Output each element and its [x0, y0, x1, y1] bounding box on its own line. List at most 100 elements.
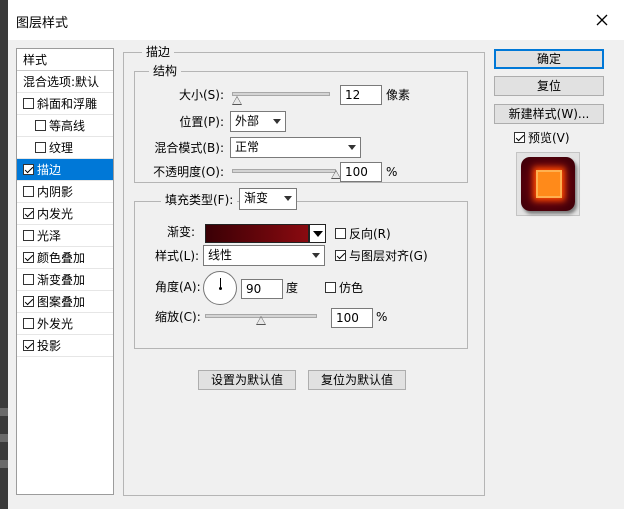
chevron-down-icon: [273, 119, 281, 124]
scale-input[interactable]: 100: [331, 308, 373, 328]
gradient-swatch[interactable]: [205, 224, 309, 243]
style-list-item-label: 内阴影: [37, 185, 74, 199]
window-title: 图层样式: [16, 16, 69, 31]
style-list-item-label: 颜色叠加: [37, 251, 86, 265]
size-slider-thumb[interactable]: [231, 96, 242, 105]
style-dropdown[interactable]: 线性: [203, 245, 325, 266]
preview-checkbox[interactable]: 预览(V): [514, 129, 570, 147]
style-list-item[interactable]: 斜面和浮雕: [17, 93, 113, 115]
position-value: 外部: [235, 114, 260, 128]
style-list-item[interactable]: 光泽: [17, 225, 113, 247]
style-list-item[interactable]: 颜色叠加: [17, 247, 113, 269]
opacity-label: 不透明度(O):: [153, 165, 224, 179]
style-list-item-label: 斜面和浮雕: [37, 97, 98, 111]
preview-thumbnail: [521, 157, 575, 211]
chevron-down-icon: [284, 196, 292, 201]
background-mark: [0, 408, 8, 416]
checkbox-icon[interactable]: [23, 208, 34, 219]
style-list-item-label: 混合选项:默认: [23, 75, 100, 89]
checkbox-icon[interactable]: [35, 142, 46, 153]
checkbox-icon[interactable]: [23, 296, 34, 307]
scale-unit: %: [376, 310, 388, 324]
stroke-group-title: 描边: [142, 45, 175, 59]
opacity-slider[interactable]: [232, 169, 336, 173]
reset-default-button[interactable]: 复位为默认值: [308, 370, 406, 390]
style-value: 线性: [208, 248, 233, 262]
ok-button[interactable]: 确定: [494, 49, 604, 69]
reset-button[interactable]: 复位: [494, 76, 604, 96]
chevron-down-icon: [312, 253, 320, 258]
blend-mode-label: 混合模式(B):: [154, 141, 224, 155]
style-list-header[interactable]: 样式: [17, 49, 113, 71]
style-list-item-label: 光泽: [37, 229, 62, 243]
title-bar: 图层样式: [8, 0, 624, 40]
close-button[interactable]: [590, 8, 614, 32]
new-style-button[interactable]: 新建样式(W)...: [494, 104, 604, 124]
preview-check-icon: [514, 132, 525, 143]
checkbox-icon[interactable]: [23, 186, 34, 197]
stroke-group: 描边 结构 大小(S): 12 像素 位置(P): 外部 混合模式(B): 正常…: [123, 45, 485, 496]
angle-input[interactable]: 90: [241, 279, 283, 299]
checkbox-icon[interactable]: [35, 120, 46, 131]
style-list-item[interactable]: 图案叠加: [17, 291, 113, 313]
checkbox-icon[interactable]: [23, 164, 34, 175]
style-list-item[interactable]: 纹理: [17, 137, 113, 159]
align-layer-check-icon: [335, 250, 346, 261]
gradient-picker-button[interactable]: [309, 224, 326, 243]
dither-checkbox[interactable]: 仿色: [325, 279, 363, 297]
set-default-button[interactable]: 设置为默认值: [198, 370, 296, 390]
position-label: 位置(P):: [179, 115, 224, 129]
fill-type-dropdown[interactable]: 渐变: [239, 188, 297, 210]
gradient-label: 渐变:: [167, 225, 196, 239]
structure-group-title: 结构: [149, 64, 182, 78]
style-list-item[interactable]: 内发光: [17, 203, 113, 225]
scale-slider-thumb[interactable]: [256, 316, 266, 325]
chevron-down-icon: [348, 145, 356, 150]
opacity-input[interactable]: 100: [340, 162, 382, 182]
chevron-down-icon: [313, 231, 323, 237]
checkbox-icon[interactable]: [23, 318, 34, 329]
style-list-item-label: 内发光: [37, 207, 74, 221]
fill-type-label: 填充类型(F):: [161, 193, 238, 207]
style-list-item[interactable]: 渐变叠加: [17, 269, 113, 291]
blend-mode-dropdown[interactable]: 正常: [230, 137, 361, 158]
opacity-unit: %: [386, 165, 398, 179]
angle-dial[interactable]: [203, 271, 237, 305]
position-dropdown[interactable]: 外部: [230, 111, 286, 132]
style-list-item-label: 渐变叠加: [37, 273, 86, 287]
fill-type-value: 渐变: [244, 191, 269, 205]
size-input[interactable]: 12: [340, 85, 382, 105]
checkbox-icon[interactable]: [23, 252, 34, 263]
align-layer-checkbox[interactable]: 与图层对齐(G): [335, 247, 428, 265]
style-list-item[interactable]: 描边: [17, 159, 113, 181]
style-list-item[interactable]: 等高线: [17, 115, 113, 137]
blend-mode-value: 正常: [235, 140, 260, 154]
checkbox-icon[interactable]: [23, 340, 34, 351]
style-list-item-label: 图案叠加: [37, 295, 86, 309]
close-icon: [596, 14, 608, 26]
structure-group: 结构 大小(S): 12 像素 位置(P): 外部 混合模式(B): 正常 不透…: [134, 64, 468, 183]
angle-label: 角度(A):: [155, 280, 201, 294]
checkbox-icon[interactable]: [23, 274, 34, 285]
checkbox-icon[interactable]: [23, 98, 34, 109]
preview-glow: [536, 170, 562, 198]
reverse-checkbox[interactable]: 反向(R): [335, 225, 391, 243]
style-list-item[interactable]: 外发光: [17, 313, 113, 335]
layer-style-dialog: 样式 混合选项:默认 斜面和浮雕 等高线 纹理 描边 内阴影 内发光 光泽 颜色叠加 渐变叠加 图案…: [8, 40, 624, 509]
angle-unit: 度: [286, 281, 299, 295]
style-list-item-label: 纹理: [49, 141, 74, 155]
fill-group: 填充类型(F): 渐变 渐变: 反向(R) 样式(L): 线性 与图层对齐(G)…: [134, 188, 468, 349]
angle-center-icon: [219, 287, 222, 290]
style-list-item-label: 投影: [37, 339, 62, 353]
background-strip: [0, 0, 8, 509]
style-list-item[interactable]: 内阴影: [17, 181, 113, 203]
style-list-item-label: 描边: [37, 163, 62, 177]
size-slider[interactable]: [232, 92, 330, 96]
scale-label: 缩放(C):: [155, 310, 201, 324]
style-label: 样式(L):: [155, 249, 200, 263]
checkbox-icon[interactable]: [23, 230, 34, 241]
style-list-item[interactable]: 混合选项:默认: [17, 71, 113, 93]
dither-check-icon: [325, 282, 336, 293]
size-unit: 像素: [386, 88, 411, 102]
style-list-item[interactable]: 投影: [17, 335, 113, 357]
